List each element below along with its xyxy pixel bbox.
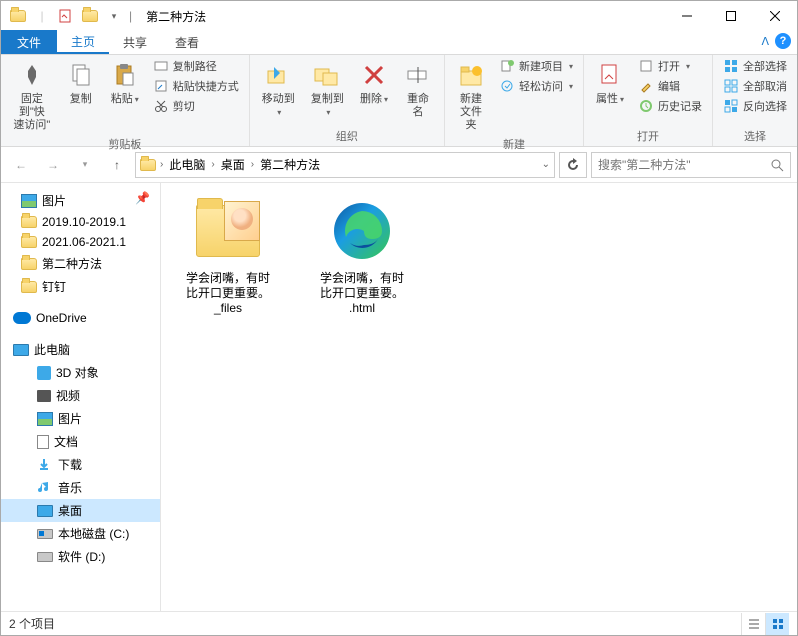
crumb-current[interactable]: 第二种方法 — [258, 154, 322, 175]
file-tab[interactable]: 文件 — [1, 30, 57, 54]
icons-view-button[interactable] — [765, 613, 789, 635]
window-title: 第二种方法 — [146, 8, 206, 25]
select-none-button[interactable]: 全部取消 — [719, 77, 791, 95]
search-icon[interactable] — [770, 158, 784, 172]
qat-folder-icon[interactable] — [79, 5, 101, 27]
tree-this-pc[interactable]: 此电脑 — [1, 338, 160, 361]
copy-button[interactable]: 复制 — [61, 57, 101, 108]
open-button[interactable]: 打开▾ — [634, 57, 706, 75]
tree-folder-2021[interactable]: 2021.06-2021.1 — [1, 232, 160, 252]
search-input[interactable] — [598, 158, 764, 172]
help-icon[interactable]: ? — [775, 33, 791, 49]
status-item-count: 2 个项目 — [9, 615, 55, 632]
crumb-this-pc[interactable]: 此电脑 — [167, 154, 207, 175]
properties-button[interactable]: 属性▾ — [590, 57, 630, 108]
details-view-button[interactable] — [741, 613, 765, 635]
copy-to-button[interactable]: 复制到▾ — [305, 57, 350, 121]
search-box[interactable] — [591, 152, 791, 178]
history-button[interactable]: 历史记录 — [634, 97, 706, 115]
organize-group-label: 组织 — [256, 126, 438, 146]
chevron-right-icon[interactable]: › — [211, 159, 214, 170]
tree-pictures2[interactable]: 图片 — [1, 407, 160, 430]
paste-shortcut-button[interactable]: 粘贴快捷方式 — [149, 77, 243, 95]
tab-view[interactable]: 查看 — [161, 30, 213, 54]
tree-dingding[interactable]: 钉钉 — [1, 275, 160, 298]
tree-downloads[interactable]: 下载 — [1, 453, 160, 476]
easy-access-button[interactable]: 轻松访问▾ — [495, 77, 577, 95]
rename-button[interactable]: 重命名 — [398, 57, 438, 121]
tree-current-folder[interactable]: 第二种方法 — [1, 252, 160, 275]
new-item-button[interactable]: 新建项目▾ — [495, 57, 577, 75]
open-group-label: 打开 — [590, 126, 706, 146]
refresh-button[interactable] — [559, 152, 587, 178]
address-folder-icon — [140, 159, 156, 171]
folder-icon — [7, 5, 29, 27]
tree-documents[interactable]: 文档 — [1, 430, 160, 453]
tree-disk-d[interactable]: 软件 (D:) — [1, 545, 160, 568]
title-separator: | — [129, 9, 132, 23]
new-folder-button[interactable]: 新建文件夹 — [451, 57, 491, 134]
navigation-pane[interactable]: 📌 图片 2019.10-2019.1 2021.06-2021.1 第二种方法… — [1, 183, 161, 611]
select-group-label: 选择 — [719, 126, 791, 146]
tree-onedrive[interactable]: OneDrive — [1, 308, 160, 328]
tree-music[interactable]: 音乐 — [1, 476, 160, 499]
tab-home[interactable]: 主页 — [57, 30, 109, 54]
recent-dropdown-icon[interactable]: ▾ — [71, 151, 99, 179]
edit-button[interactable]: 编辑 — [634, 77, 706, 95]
tree-disk-c[interactable]: 本地磁盘 (C:) — [1, 522, 160, 545]
file-item-html[interactable]: 学会闭嘴，有时比开口更重要。.html — [307, 195, 417, 316]
minimize-button[interactable] — [665, 1, 709, 31]
back-button[interactable]: ← — [7, 151, 35, 179]
address-bar[interactable]: › 此电脑 › 桌面 › 第二种方法 ⌄ — [135, 152, 555, 178]
file-label: 学会闭嘴，有时比开口更重要。.html — [320, 271, 404, 316]
up-button[interactable]: ↑ — [103, 151, 131, 179]
edge-icon — [330, 199, 394, 263]
file-label: 学会闭嘴，有时比开口更重要。_files — [186, 271, 270, 316]
crumb-desktop[interactable]: 桌面 — [219, 154, 247, 175]
qat-dropdown-icon[interactable]: ▾ — [103, 5, 125, 27]
file-list[interactable]: 学会闭嘴，有时比开口更重要。_files 学会闭嘴，有时比开口更重要。.html — [161, 183, 797, 611]
select-all-button[interactable]: 全部选择 — [719, 57, 791, 75]
delete-button[interactable]: 删除▾ — [354, 57, 394, 108]
cut-button[interactable]: 剪切 — [149, 97, 243, 115]
copy-path-button[interactable]: 复制路径 — [149, 57, 243, 75]
tree-3d-objects[interactable]: 3D 对象 — [1, 361, 160, 384]
qat-separator: | — [31, 5, 53, 27]
close-button[interactable] — [753, 1, 797, 31]
properties-qat-icon[interactable] — [55, 5, 77, 27]
invert-selection-button[interactable]: 反向选择 — [719, 97, 791, 115]
pin-to-quick-access-button[interactable]: 固定到"快速访问" — [7, 57, 57, 134]
move-to-button[interactable]: 移动到▾ — [256, 57, 301, 121]
chevron-right-icon[interactable]: › — [251, 159, 254, 170]
tab-share[interactable]: 共享 — [109, 30, 161, 54]
tree-videos[interactable]: 视频 — [1, 384, 160, 407]
maximize-button[interactable] — [709, 1, 753, 31]
folder-thumbnail — [224, 201, 260, 241]
tree-desktop[interactable]: 桌面 — [1, 499, 160, 522]
file-item-folder[interactable]: 学会闭嘴，有时比开口更重要。_files — [173, 195, 283, 316]
forward-button[interactable]: → — [39, 151, 67, 179]
collapse-ribbon-icon[interactable]: ᐱ — [761, 35, 769, 48]
address-dropdown-icon[interactable]: ⌄ — [542, 159, 550, 170]
pin-icon[interactable]: 📌 — [135, 191, 150, 205]
chevron-right-icon[interactable]: › — [160, 159, 163, 170]
paste-button[interactable]: 粘贴▾ — [105, 57, 145, 108]
tree-folder-2019[interactable]: 2019.10-2019.1 — [1, 212, 160, 232]
